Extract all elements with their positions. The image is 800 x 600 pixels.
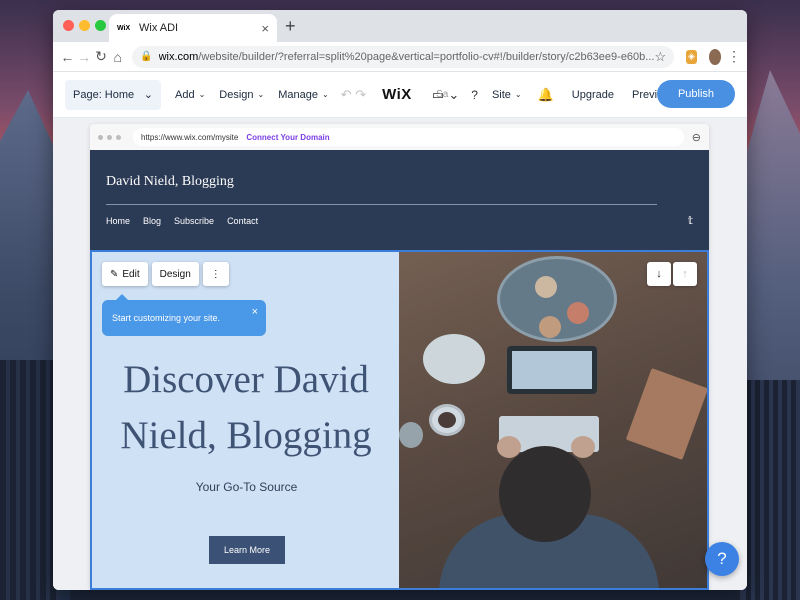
back-icon[interactable]: ← (59, 49, 76, 65)
edit-label: Edit (122, 268, 140, 280)
notifications-bell-icon[interactable]: 🔔 (538, 87, 554, 103)
nav-subscribe[interactable]: Subscribe (174, 216, 214, 226)
page-select[interactable]: Page: Home ⌄ (65, 79, 161, 110)
twitter-icon[interactable]: 𝕥 (688, 214, 693, 227)
hero-text-panel[interactable]: Discover David Nield, Blogging Your Go-T… (90, 250, 399, 590)
window-dot (98, 134, 103, 140)
site-menu-label: Site (491, 88, 511, 101)
tooltip-text: Start customizing your site. (112, 313, 221, 323)
device-label: Sa (436, 89, 449, 100)
address-bar: ← → ↻ ⌂ 🔒 wix.com/website/builder/?refer… (53, 42, 747, 72)
chevron-down-icon: ⌄ (448, 86, 460, 102)
pencil-icon: ✎ (110, 268, 119, 280)
site-url: https://www.wix.com/mysite Connect Your … (133, 128, 684, 146)
bookmark-star-icon[interactable]: ☆ (654, 49, 666, 65)
browser-menu-icon[interactable]: ⋮ (727, 48, 741, 65)
site-address-bar: https://www.wix.com/mysite Connect Your … (90, 124, 709, 150)
help-icon[interactable]: ? (471, 88, 478, 102)
close-window-button[interactable] (63, 20, 74, 31)
home-icon[interactable]: ⌂ (109, 49, 126, 65)
hero-heading[interactable]: Discover David Nield, Blogging (100, 352, 392, 464)
hero-image[interactable]: ↓ ↑ (399, 250, 709, 590)
add-menu[interactable]: Add ⌄ (175, 89, 205, 101)
reload-icon[interactable]: ↻ (93, 48, 110, 65)
site-header[interactable]: David Nield, Blogging Home Blog Subscrib… (90, 150, 709, 250)
site-preview-window: https://www.wix.com/mysite Connect Your … (90, 124, 709, 590)
url-text: wix.com/website/builder/?referral=split%… (159, 51, 655, 63)
browser-window: WiX Wix ADI × + ← → ↻ ⌂ 🔒 wix.com/websit… (53, 10, 747, 590)
profile-avatar[interactable] (708, 48, 721, 65)
site-url-text: https://www.wix.com/mysite (141, 132, 239, 142)
url-host: wix.com (158, 50, 199, 63)
tab-title: Wix ADI (139, 22, 179, 34)
site-title[interactable]: David Nield, Blogging (106, 174, 234, 190)
manage-menu-label: Manage (278, 88, 318, 101)
chevron-down-icon: ⌄ (198, 90, 206, 99)
new-tab-button[interactable]: + (285, 16, 296, 37)
customize-tooltip: Start customizing your site. × (102, 294, 266, 336)
forward-icon[interactable]: → (76, 49, 93, 65)
hero-section[interactable]: Discover David Nield, Blogging Your Go-T… (90, 250, 709, 590)
header-divider (106, 204, 657, 205)
trees-right (746, 380, 800, 600)
manage-menu[interactable]: Manage ⌄ (278, 89, 328, 101)
device-switch[interactable]: ▭ Sa ⌄ (432, 87, 459, 103)
chevron-down-icon: ⌄ (514, 90, 522, 99)
site-nav: Home Blog Subscribe Contact (106, 216, 271, 226)
image-tint (399, 252, 707, 588)
publish-button[interactable]: Publish (657, 80, 735, 108)
tooltip-close-icon[interactable]: × (252, 306, 258, 318)
wix-logo: WiX (382, 86, 412, 103)
nav-blog[interactable]: Blog (143, 216, 161, 226)
edit-button[interactable]: ✎ Edit (102, 262, 148, 286)
chevron-down-icon: ⌄ (257, 90, 265, 99)
upgrade-link[interactable]: Upgrade (572, 89, 614, 101)
chevron-down-icon: ⌄ (143, 89, 153, 101)
window-dot (116, 134, 121, 140)
move-up-icon[interactable]: ↑ (673, 262, 697, 286)
page-select-label: Page: Home (73, 88, 135, 101)
browser-tab[interactable]: WiX Wix ADI × (109, 14, 277, 42)
design-menu-label: Design (219, 88, 254, 101)
undo-icon[interactable]: ↶ ↷ (341, 87, 366, 103)
move-down-icon[interactable]: ↓ (647, 262, 671, 286)
section-move-controls: ↓ ↑ (645, 262, 697, 286)
extension-icon[interactable]: ◈ (686, 49, 697, 64)
zoom-icon[interactable]: ⊖ (692, 131, 701, 144)
tab-close-icon[interactable]: × (261, 21, 269, 36)
design-menu[interactable]: Design ⌄ (219, 89, 264, 101)
tab-bar: WiX Wix ADI × + (53, 10, 747, 42)
site-menu[interactable]: Site ⌄ (492, 89, 522, 101)
more-options-button[interactable]: ⋮ (202, 262, 229, 286)
learn-more-button[interactable]: Learn More (209, 536, 285, 564)
lock-icon: 🔒 (140, 51, 153, 62)
help-fab-button[interactable]: ? (705, 542, 739, 576)
connect-domain-link[interactable]: Connect Your Domain (246, 133, 329, 142)
minimize-window-button[interactable] (79, 20, 90, 31)
trees-left (0, 360, 60, 600)
url-path: /website/builder/?referral=split%20page&… (198, 50, 655, 63)
section-edit-controls: ✎ Edit Design ⋮ (102, 262, 233, 286)
design-button[interactable]: Design (151, 262, 199, 286)
window-dot (107, 134, 112, 140)
wix-editor-toolbar: Page: Home ⌄ Add ⌄ Design ⌄ Manage ⌄ ↶ ↷ Wi… (53, 72, 747, 118)
nav-home[interactable]: Home (106, 216, 130, 226)
url-input[interactable]: 🔒 wix.com/website/builder/?referral=spli… (132, 45, 675, 68)
nav-contact[interactable]: Contact (227, 216, 258, 226)
maximize-window-button[interactable] (95, 20, 106, 31)
chevron-down-icon: ⌄ (322, 90, 329, 99)
add-menu-label: Add (175, 88, 195, 101)
hero-subheading[interactable]: Your Go-To Source (92, 480, 401, 494)
editor-canvas: https://www.wix.com/mysite Connect Your … (53, 118, 747, 590)
wix-favicon-icon: WiX (117, 24, 131, 32)
